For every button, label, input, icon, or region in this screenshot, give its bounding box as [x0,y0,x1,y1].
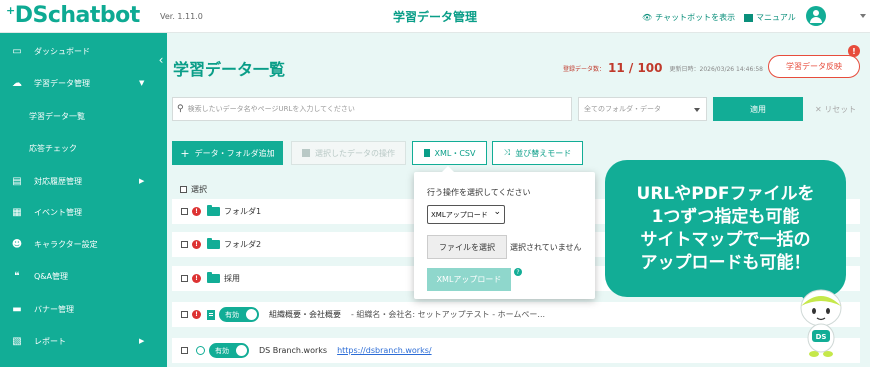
history-icon: ▤ [12,175,22,187]
add-data-button[interactable]: + データ・フォルダ追加 [172,141,283,165]
chevron-down-icon[interactable] [860,14,866,18]
promo-line: サイトマップで一括の [640,229,811,250]
data-stats: 登録データ数： 11 / 100 更新日時：2026/03/26 14:46:5… [563,61,763,75]
chevron-left-icon: ‹ [158,53,164,67]
sidebar-item-learning-data-list[interactable]: 学習データ一覧 [0,100,155,132]
sidebar-item-report[interactable]: ▧ レポート ▶ [0,325,155,357]
row-checkbox[interactable] [181,275,188,282]
sidebar-item-character[interactable]: ☻ キャラクター設定 [0,228,155,260]
bulk-action-button[interactable]: 選択したデータの操作 [291,141,406,165]
select-all[interactable]: 選択 [180,184,207,195]
promo-line: 1つずつ指定も可能 [651,206,800,227]
error-icon: ! [192,310,201,319]
sidebar-item-learning-data[interactable]: ☁ 学習データ管理 ▼ [0,67,155,99]
banner-icon: ▬ [12,303,22,315]
reset-button[interactable]: ✕ リセット [815,104,856,115]
folder-icon [207,272,220,283]
folder-filter-select[interactable]: 全てのフォルダ・データ [578,97,707,121]
calendar-icon: ▦ [12,206,22,218]
table-row[interactable]: ! 有効 組織概要・会社概要 - 組織名・会社名: セットアップテスト - ホー… [172,302,860,327]
row-name[interactable]: DS Branch.works [259,346,327,355]
error-icon: ! [192,240,201,249]
choose-file-button[interactable]: ファイルを選択 [427,235,507,259]
xml-csv-button[interactable]: XML・CSV [412,141,487,165]
row-name[interactable]: フォルダ2 [224,239,261,250]
top-bar: +DSchatbot Ver. 1.11.0 学習データ管理 👁 チャットボットを… [0,0,870,33]
row-name[interactable]: 組織概要・会社概要 [269,309,341,320]
plus-icon: + [180,146,190,160]
select-all-checkbox[interactable] [180,186,187,193]
promo-line: URLやPDFファイルを [636,183,815,204]
folder-icon [207,205,220,216]
app-logo[interactable]: +DSchatbot [6,3,140,28]
check-icon [302,149,310,157]
manual-link[interactable]: マニュアル [744,12,796,23]
error-icon: ! [192,274,201,283]
sidebar-collapse-button[interactable]: ‹ [155,33,167,367]
chevron-right-icon: ▶ [139,177,145,185]
globe-icon [196,346,205,355]
alert-badge: ! [848,45,860,57]
promo-bubble: URLやPDFファイルを 1つずつ指定も可能 サイトマップで一括の アップロード… [605,160,846,307]
row-name[interactable]: 採用 [224,273,240,284]
xml-csv-popup: 行う操作を選択してください XMLアップロード ファイルを選択 選択されていませ… [414,166,595,299]
chevron-down-icon: ▼ [139,79,145,87]
document-icon [207,309,215,320]
row-checkbox[interactable] [181,241,188,248]
sort-mode-button[interactable]: ⤨ 並び替えモード [492,141,583,165]
page-title: 学習データ一覧 [173,60,286,79]
sidebar-item-qa[interactable]: ❝ Q&A管理 [0,260,155,292]
show-chatbot-link[interactable]: 👁 チャットボットを表示 [642,12,735,23]
no-file-text: 選択されていません [510,243,582,252]
table-row[interactable]: 有効 DS Branch.works https://dsbranch.work… [172,338,860,363]
apply-button[interactable]: 適用 [713,97,803,121]
row-checkbox[interactable] [181,208,188,215]
mascot-character: DS [800,289,842,357]
row-checkbox[interactable] [181,311,188,318]
chevron-right-icon: ▶ [139,337,145,345]
qa-icon: ❝ [14,270,20,282]
monitor-icon: ▭ [12,45,22,57]
mascot-badge: DS [816,333,827,341]
row-name[interactable]: フォルダ1 [224,206,261,217]
robot-icon: ☻ [11,238,23,250]
error-icon: ! [192,207,201,216]
row-checkbox[interactable] [181,347,188,354]
sidebar-item-history[interactable]: ▤ 対応履歴管理 ▶ [0,165,155,197]
promo-line: アップロードも可能！ [640,252,811,273]
app-title: 学習データ管理 [392,10,477,24]
status-toggle[interactable]: 有効 [219,307,259,322]
close-icon: ✕ [815,105,825,114]
reflect-data-button[interactable]: 学習データ反映 [768,55,860,78]
updated-time: 更新日時：2026/03/26 14:46:58 [669,65,763,73]
version-label: Ver. 1.11.0 [160,12,203,21]
row-description: - 組織名・会社名: セットアップテスト - ホームペー... [351,310,546,319]
shuffle-icon: ⤨ [503,148,511,157]
eye-icon: 👁 [642,13,653,22]
status-toggle[interactable]: 有効 [209,343,249,358]
folder-icon [207,238,220,249]
search-icon: ⚲ [177,104,184,114]
sidebar-item-banner[interactable]: ▬ バナー管理 [0,293,155,325]
data-count: 11 / 100 [608,61,663,75]
sidebar-item-events[interactable]: ▦ イベント管理 [0,196,155,228]
help-icon[interactable]: ? [514,268,522,276]
search-input[interactable]: ⚲ 検索したいデータ名やページURLを入力してください [172,97,572,121]
user-avatar[interactable] [806,6,826,26]
sidebar-item-dashboard[interactable]: ▭ ダッシュボード [0,35,155,67]
brain-icon: ☁ [12,77,22,89]
popup-label: 行う操作を選択してください [427,188,531,197]
book-icon [744,13,753,22]
report-icon: ▧ [12,335,22,347]
operation-select[interactable]: XMLアップロード [427,205,505,224]
sidebar: ▭ ダッシュボード ☁ 学習データ管理 ▼ 学習データ一覧 応答チェック ▤ 対応履歴管… [0,33,155,367]
file-icon [423,149,430,157]
row-url-link[interactable]: https://dsbranch.works/ [337,346,432,355]
sidebar-item-response-check[interactable]: 応答チェック [0,132,155,164]
xml-upload-button[interactable]: XMLアップロード [427,268,511,291]
